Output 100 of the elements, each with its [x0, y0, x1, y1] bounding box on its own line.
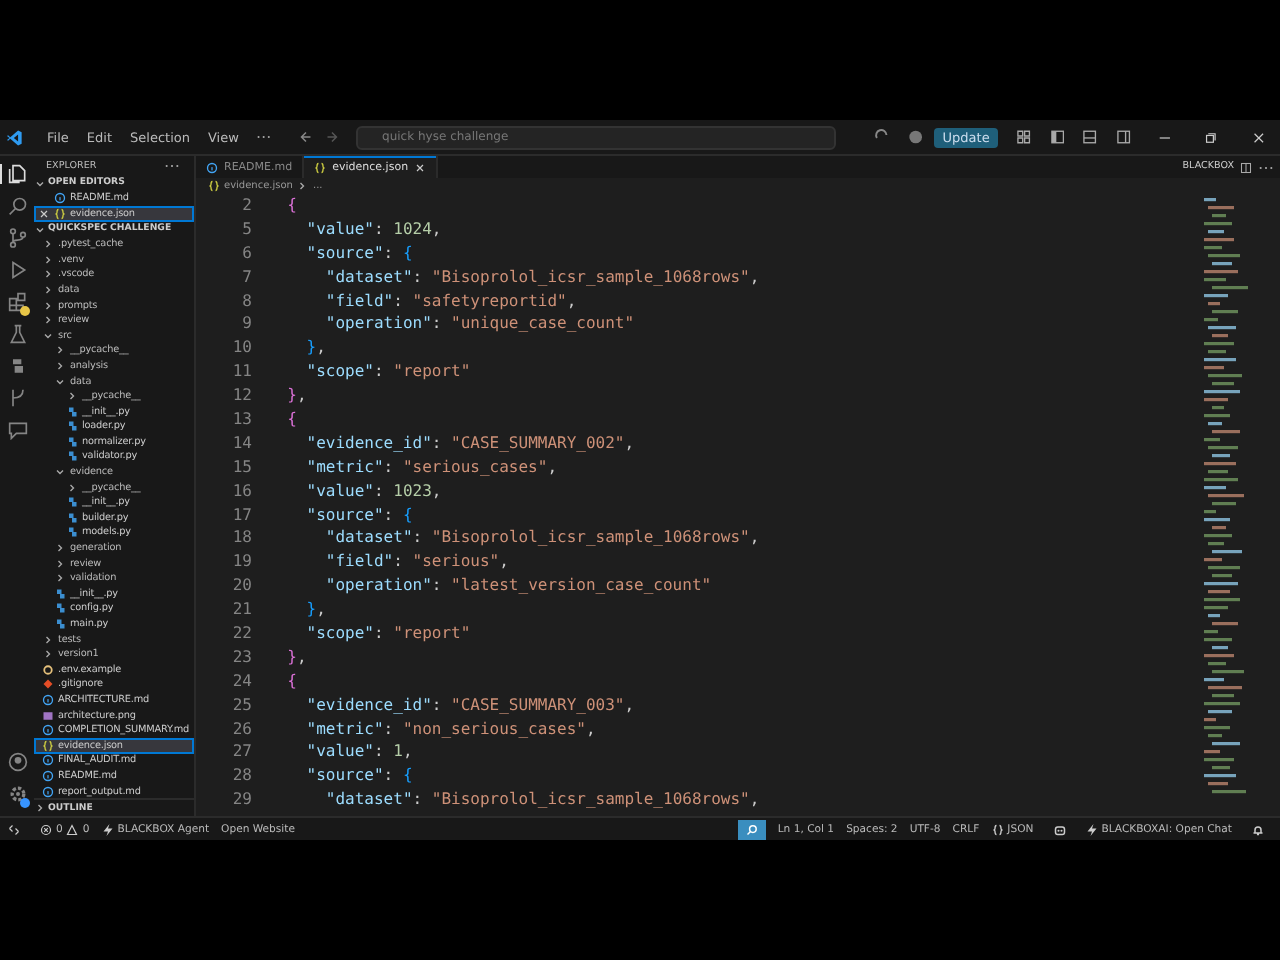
code-line: "field": "safetyreportid",	[323, 289, 577, 313]
line-number: 12	[230, 384, 254, 409]
code-line: "source": {	[304, 241, 413, 266]
search-icon[interactable]	[7, 196, 27, 216]
files-icon[interactable]	[7, 164, 27, 184]
warning-icon	[66, 823, 79, 835]
extensions-icon[interactable]	[7, 292, 27, 312]
restore-icon[interactable]	[1204, 129, 1219, 145]
braces-icon	[54, 207, 66, 220]
code-line: "dataset": "Bisoprolol_icsr_sample_1068rows",	[323, 526, 760, 551]
layout-icon[interactable]	[1015, 128, 1032, 146]
status-icon-button[interactable]	[737, 819, 766, 839]
line-number: 18	[230, 526, 254, 551]
line-number: 7	[240, 265, 254, 290]
notification-dot	[20, 798, 30, 808]
line-number: 8	[240, 289, 254, 313]
code-line: },	[304, 598, 326, 623]
line-number: 15	[230, 455, 254, 480]
braces-icon	[208, 180, 220, 192]
bell-icon	[1252, 823, 1264, 835]
settings-icon[interactable]	[7, 784, 27, 804]
code-line: "field": "serious",	[323, 550, 509, 575]
code-line: "metric": "serious_cases",	[304, 455, 558, 480]
chevron-right-icon	[34, 802, 46, 815]
chevron-down-icon	[34, 177, 46, 190]
info-icon	[54, 192, 66, 205]
code-line: "dataset": "Bisoprolol_icsr_sample_1068rows",	[323, 788, 760, 813]
robot-icon	[1053, 823, 1066, 835]
error-icon	[40, 823, 52, 835]
close-icon[interactable]	[414, 161, 427, 173]
line-number: 27	[230, 740, 254, 765]
back-arrow-icon[interactable]	[300, 130, 313, 144]
braces-icon	[314, 161, 327, 173]
code-line: "source": {	[304, 503, 413, 527]
chevron-right-icon	[66, 481, 78, 494]
diamond-icon	[42, 678, 54, 691]
code-line: "operation": "unique_case_count"	[323, 312, 635, 337]
code-line: "value": 1,	[304, 740, 413, 765]
remote-icon[interactable]	[8, 823, 20, 835]
chevron-down-icon	[34, 223, 46, 236]
line-number: 2	[240, 194, 254, 218]
line-number: 26	[230, 717, 254, 741]
line-number: 17	[230, 503, 254, 527]
code-line: },	[285, 645, 307, 670]
info-icon	[42, 693, 54, 706]
code-line: "metric": "non_serious_cases",	[304, 717, 596, 741]
line-number: 29	[230, 788, 254, 813]
line-number: 10	[230, 336, 254, 361]
chevron-down-icon	[54, 375, 66, 388]
line-number: 6	[240, 241, 254, 266]
code-line: "value": 1024,	[304, 217, 442, 242]
line-number: 25	[230, 693, 254, 718]
code-line: "evidence_id": "CASE_SUMMARY_002",	[304, 431, 635, 456]
search-icon	[745, 823, 758, 835]
sidebar-toggle-icon[interactable]	[1049, 128, 1065, 146]
code-line: "operation": "latest_version_case_count"	[323, 574, 712, 599]
line-number: 16	[230, 479, 254, 504]
close-icon[interactable]	[38, 207, 50, 220]
line-number: 21	[230, 598, 254, 623]
line-number: 5	[240, 217, 254, 242]
code-line: "evidence_id": "CASE_SUMMARY_003",	[304, 693, 635, 718]
info-icon	[42, 724, 54, 737]
source-control-icon[interactable]	[7, 228, 27, 248]
braces-icon	[991, 823, 1004, 835]
line-number: 20	[230, 574, 254, 599]
code-line: "value": 1023,	[304, 479, 442, 504]
line-number: 19	[230, 550, 254, 575]
info-icon	[42, 785, 54, 798]
code-line: "scope": "report"	[304, 622, 471, 646]
code-line: "dataset": "Bisoprolol_icsr_sample_1068rows",	[323, 265, 760, 290]
code-line: "source": {	[304, 764, 413, 789]
line-number: 9	[240, 312, 254, 337]
line-number: 23	[230, 645, 254, 670]
bolt-icon	[1085, 823, 1098, 835]
chevron-down-icon	[42, 329, 54, 342]
line-number: 22	[230, 622, 254, 646]
chat-icon[interactable]	[7, 420, 27, 440]
secondary-sidebar-icon[interactable]	[1115, 128, 1132, 146]
line-number: 14	[230, 431, 254, 456]
close-icon[interactable]	[1252, 129, 1267, 145]
image-file-icon	[42, 709, 54, 722]
account-icon[interactable]	[7, 752, 27, 772]
line-number: 28	[230, 764, 254, 789]
code-line: {	[285, 669, 297, 694]
code-line: {	[285, 194, 297, 218]
notification-dot	[20, 306, 30, 316]
code-line: "scope": "report"	[304, 360, 471, 385]
split-editor-icon[interactable]	[1240, 161, 1252, 173]
code-line: {	[285, 408, 297, 432]
bolt-icon	[101, 823, 114, 835]
chevron-down-icon	[54, 466, 66, 479]
line-number: 11	[230, 360, 254, 385]
branch-icon[interactable]	[7, 388, 27, 408]
panel-toggle-icon[interactable]	[1082, 128, 1098, 146]
chevron-right-icon	[66, 390, 78, 403]
chevron-right-icon	[296, 180, 309, 192]
code-line: },	[285, 384, 307, 409]
flask-icon[interactable]	[7, 324, 27, 344]
line-number: 24	[230, 669, 254, 694]
run-debug-icon[interactable]	[7, 260, 27, 280]
